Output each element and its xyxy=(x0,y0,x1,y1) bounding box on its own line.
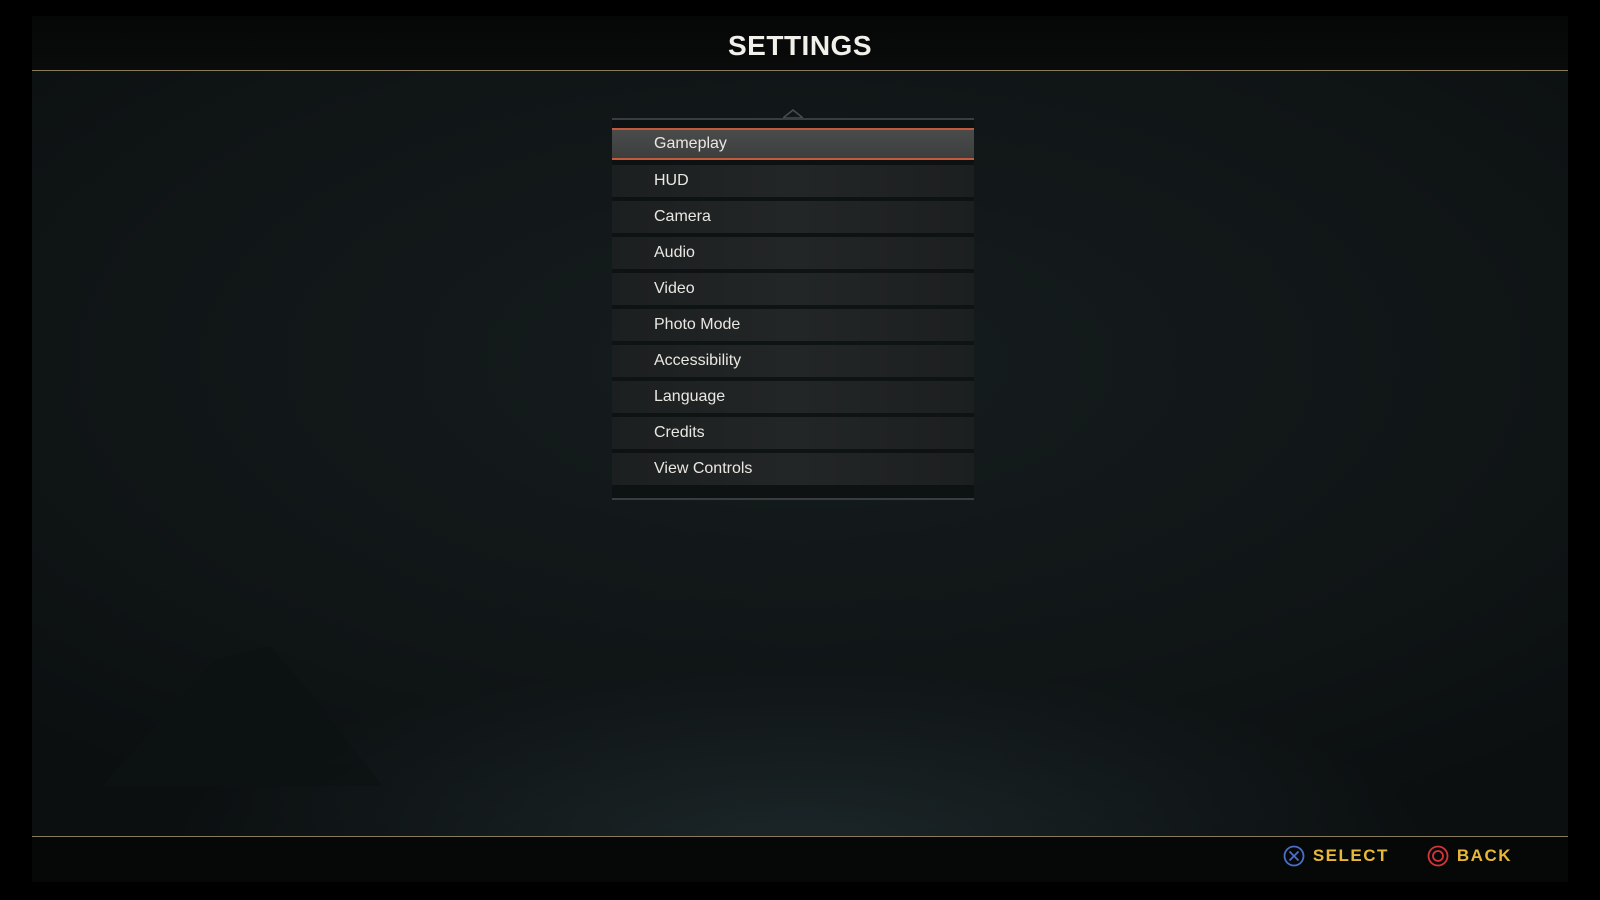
menu-item-label: Audio xyxy=(654,244,695,261)
button-prompts: SELECT BACK xyxy=(1245,842,1512,870)
menu-item-audio[interactable]: Audio xyxy=(612,237,974,269)
menu-item-photo-mode[interactable]: Photo Mode xyxy=(612,309,974,341)
menu-top-notch-icon xyxy=(783,109,803,118)
menu-item-label: Video xyxy=(654,280,695,297)
page-title: SETTINGS xyxy=(727,30,872,61)
game-screen: SETTINGS Gameplay HUD Camera Audio Video… xyxy=(0,0,1600,900)
menu-item-label: Language xyxy=(654,388,726,405)
menu-item-language[interactable]: Language xyxy=(612,381,974,413)
back-prompt-label: BACK xyxy=(1456,846,1512,865)
menu-item-hud[interactable]: HUD xyxy=(612,165,974,197)
select-prompt-label: SELECT xyxy=(1312,846,1389,865)
menu-item-accessibility[interactable]: Accessibility xyxy=(612,345,974,377)
background-mountain xyxy=(102,646,382,786)
menu-item-label: Accessibility xyxy=(654,352,742,369)
menu-item-label: Camera xyxy=(654,208,711,225)
menu-item-label: Photo Mode xyxy=(654,316,741,333)
cross-button-icon xyxy=(1283,845,1305,867)
menu-item-camera[interactable]: Camera xyxy=(612,201,974,233)
menu-item-label: View Controls xyxy=(654,460,753,477)
back-prompt[interactable]: BACK xyxy=(1427,845,1512,867)
menu-item-label: Credits xyxy=(654,424,705,441)
menu-item-video[interactable]: Video xyxy=(612,273,974,305)
menu-item-label: HUD xyxy=(654,172,689,189)
circle-button-icon xyxy=(1427,845,1449,867)
menu-item-credits[interactable]: Credits xyxy=(612,417,974,449)
menu-item-label: Gameplay xyxy=(654,135,727,152)
menu-item-gameplay[interactable]: Gameplay xyxy=(612,128,974,160)
select-prompt[interactable]: SELECT xyxy=(1283,845,1389,867)
header-divider xyxy=(32,70,1568,71)
menu-item-view-controls[interactable]: View Controls xyxy=(612,453,974,485)
